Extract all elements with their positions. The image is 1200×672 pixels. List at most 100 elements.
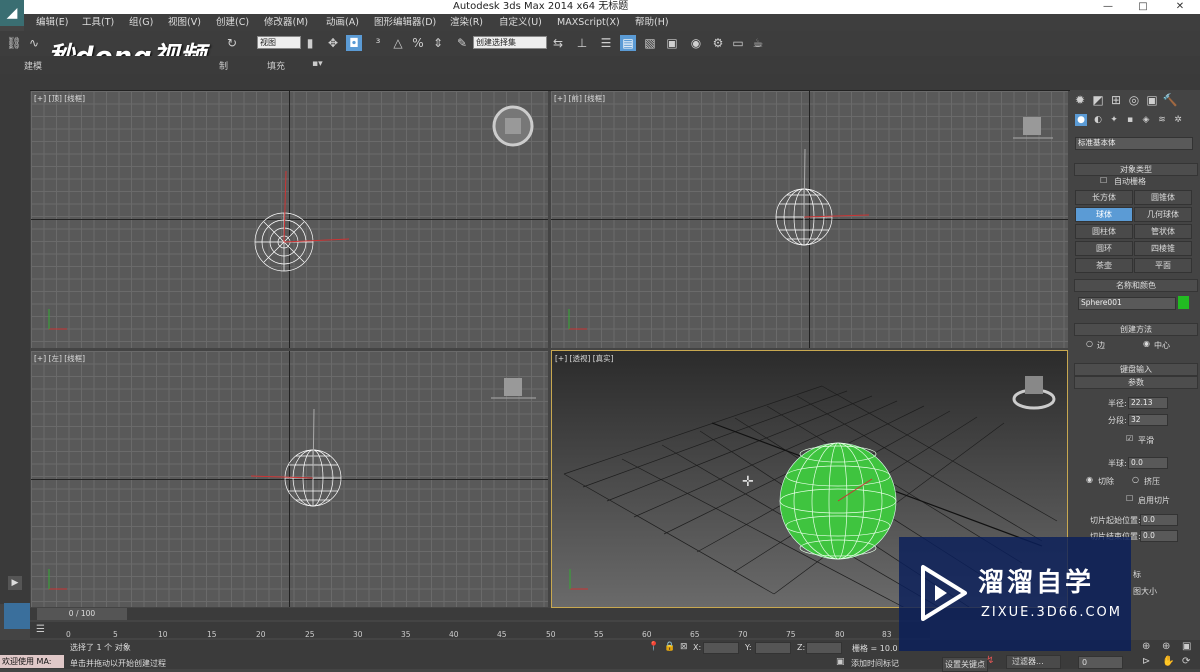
create-tab-icon[interactable]: ✹: [1072, 92, 1088, 108]
menu-create[interactable]: 创建(C): [216, 16, 249, 29]
display-tab-icon[interactable]: ▣: [1144, 92, 1160, 108]
minimize-button[interactable]: —: [1098, 0, 1118, 14]
sphere-button[interactable]: 球体: [1075, 207, 1133, 222]
app-logo-icon[interactable]: ◢: [0, 0, 24, 26]
pan-icon[interactable]: ✋: [1162, 656, 1174, 667]
menu-customize[interactable]: 自定义(U): [499, 16, 542, 29]
hemisphere-field[interactable]: 0.0: [1128, 457, 1168, 469]
unlink-icon[interactable]: ∿: [26, 35, 42, 51]
object-name-field[interactable]: Sphere001: [1078, 297, 1176, 310]
x-coord-field[interactable]: [703, 642, 739, 654]
menu-help[interactable]: 帮助(H): [635, 16, 669, 29]
zoom-extents-icon[interactable]: ▣: [1182, 641, 1191, 652]
lock-icon[interactable]: 🔒: [664, 642, 675, 652]
segments-field[interactable]: 32: [1128, 414, 1168, 426]
move-icon[interactable]: ✥: [325, 35, 341, 51]
chop-radio[interactable]: ◉: [1086, 475, 1093, 484]
object-color-swatch[interactable]: [1178, 296, 1189, 309]
spacewarps-icon[interactable]: ≋: [1156, 114, 1168, 126]
lights-icon[interactable]: ✦: [1108, 114, 1120, 126]
zoom-all-icon[interactable]: ⊕: [1162, 641, 1170, 652]
ribbon-options-icon[interactable]: ▪▾: [312, 59, 323, 69]
helpers-icon[interactable]: ◈: [1140, 114, 1152, 126]
utilities-tab-icon[interactable]: 🔨: [1162, 92, 1178, 108]
viewport-left[interactable]: [+] [左] [线框]: [31, 351, 548, 607]
modify-tab-icon[interactable]: ◩: [1090, 92, 1106, 108]
name-color-rollout[interactable]: 名称和颜色: [1074, 279, 1198, 292]
absolute-mode-icon[interactable]: ⊠: [680, 642, 688, 652]
center-radio[interactable]: ◉: [1143, 339, 1150, 348]
creation-method-rollout[interactable]: 创建方法: [1074, 323, 1198, 336]
snap-3d-icon[interactable]: ³: [370, 35, 386, 51]
curve-editor-icon[interactable]: ▧: [642, 35, 658, 51]
parameters-rollout[interactable]: 参数: [1074, 376, 1198, 389]
cone-button[interactable]: 圆锥体: [1134, 190, 1192, 205]
ribbon-tab-modeling[interactable]: 建模: [24, 59, 42, 72]
geosphere-button[interactable]: 几何球体: [1134, 207, 1192, 222]
menu-rendering[interactable]: 渲染(R): [450, 16, 483, 29]
rotate-icon[interactable]: ↻: [224, 35, 240, 51]
z-coord-field[interactable]: [806, 642, 842, 654]
menu-edit[interactable]: 编辑(E): [36, 16, 68, 29]
render-setup-icon[interactable]: ⚙: [710, 35, 726, 51]
percent-snap-icon[interactable]: %: [410, 35, 426, 51]
orbit-icon[interactable]: ⟳: [1182, 656, 1190, 667]
geometry-icon[interactable]: ●: [1075, 114, 1087, 126]
edit-named-sel-icon[interactable]: ✎: [454, 35, 470, 51]
y-coord-field[interactable]: [755, 642, 791, 654]
zoom-icon[interactable]: ⊕: [1142, 641, 1150, 652]
material-editor-icon[interactable]: ◉: [688, 35, 704, 51]
fov-icon[interactable]: ⊳: [1142, 656, 1150, 667]
category-dropdown[interactable]: 标准基本体: [1075, 137, 1193, 150]
schematic-icon[interactable]: ▣: [664, 35, 680, 51]
time-slider[interactable]: 0 / 100: [37, 608, 127, 620]
plane-button[interactable]: 平面: [1134, 258, 1192, 273]
viewport-layout-icon[interactable]: [4, 603, 30, 629]
key-filters-button[interactable]: 过滤器...: [1006, 655, 1061, 669]
named-selection-dropdown[interactable]: 创建选择集: [473, 36, 547, 49]
mini-curve-icon[interactable]: ☰: [36, 624, 45, 635]
box-button[interactable]: 长方体: [1075, 190, 1133, 205]
link-icon[interactable]: ⛓: [6, 35, 22, 51]
pyramid-button[interactable]: 四棱锥: [1134, 241, 1192, 256]
angle-snap-icon[interactable]: △: [390, 35, 406, 51]
radius-field[interactable]: 22.13: [1128, 397, 1168, 409]
teapot-button[interactable]: 茶壶: [1075, 258, 1133, 273]
ribbon-tab-partial[interactable]: 制: [219, 59, 228, 72]
current-frame-field[interactable]: 0: [1078, 656, 1123, 669]
torus-button[interactable]: 圆环: [1075, 241, 1133, 256]
menu-animation[interactable]: 动画(A): [326, 16, 359, 29]
ribbon-tab-populate[interactable]: 填充: [267, 59, 285, 72]
pivot-icon[interactable]: ▮: [302, 35, 318, 51]
reference-coord-dropdown[interactable]: 视图: [257, 36, 301, 49]
render-icon[interactable]: ☕: [750, 35, 766, 51]
mirror-icon[interactable]: ⇆: [550, 35, 566, 51]
slice-to-field[interactable]: 0.0: [1140, 530, 1178, 542]
menu-maxscript[interactable]: MAXScript(X): [557, 16, 620, 29]
layer-icon[interactable]: ☰: [598, 35, 614, 51]
keyboard-entry-rollout[interactable]: 键盘输入: [1074, 363, 1198, 376]
align-icon[interactable]: ⊥: [574, 35, 590, 51]
systems-icon[interactable]: ✲: [1172, 114, 1184, 126]
key-icon[interactable]: ↯: [986, 655, 994, 666]
object-type-rollout[interactable]: 对象类型: [1074, 163, 1198, 176]
edge-radio[interactable]: ○: [1086, 339, 1093, 348]
viewport-front[interactable]: [+] [前] [线框]: [551, 91, 1068, 348]
squash-radio[interactable]: ○: [1132, 475, 1139, 484]
menu-graph-editors[interactable]: 图形编辑器(D): [374, 16, 436, 29]
smooth-checkbox[interactable]: ☑: [1126, 434, 1133, 443]
shapes-icon[interactable]: ◐: [1092, 114, 1104, 126]
maxscript-listener[interactable]: 欢迎使用 MA:: [0, 655, 64, 668]
cylinder-button[interactable]: 圆柱体: [1075, 224, 1133, 239]
menu-group[interactable]: 组(G): [129, 16, 153, 29]
close-button[interactable]: ✕: [1170, 0, 1190, 14]
pin-icon[interactable]: 📍: [648, 642, 659, 652]
cameras-icon[interactable]: ▪: [1124, 114, 1136, 126]
viewport-top[interactable]: [+] [顶] [线框]: [31, 91, 548, 348]
manipulate-icon[interactable]: ◘: [346, 35, 362, 51]
menu-modifiers[interactable]: 修改器(M): [264, 16, 308, 29]
motion-tab-icon[interactable]: ◎: [1126, 92, 1142, 108]
slice-from-field[interactable]: 0.0: [1140, 514, 1178, 526]
menu-tools[interactable]: 工具(T): [82, 16, 114, 29]
render-frame-icon[interactable]: ▭: [730, 35, 746, 51]
